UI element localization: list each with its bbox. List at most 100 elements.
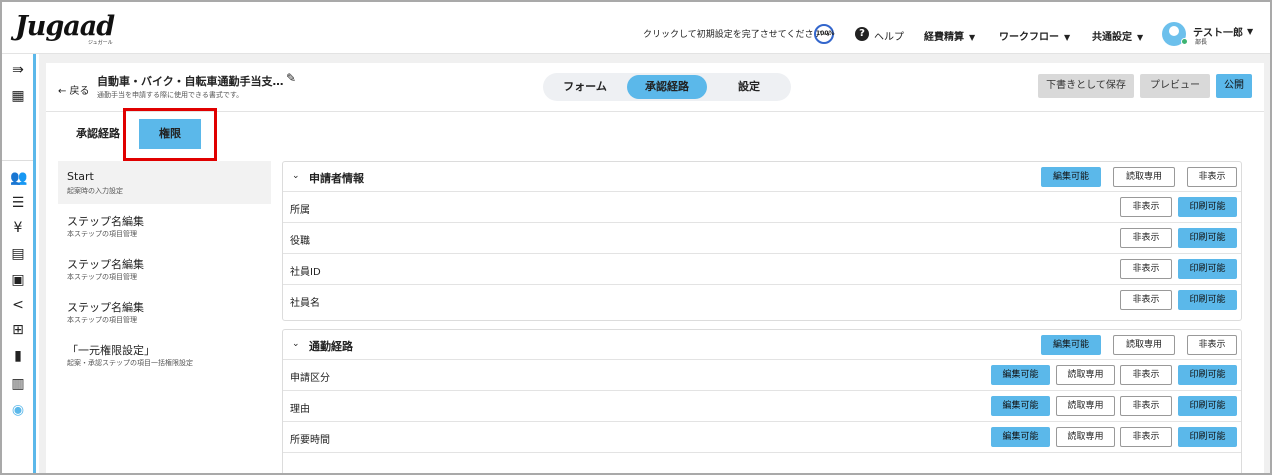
building-icon[interactable]: ▦ <box>10 88 26 104</box>
permission-row: 理由 編集可能 読取専用 非表示 印刷可能 <box>283 391 1241 422</box>
section-commute-route: ⌄ 通勤経路 編集可能 読取専用 非表示 申請区分 編集可能 読取専用 非表示 … <box>282 329 1242 473</box>
chevron-down-icon[interactable]: ⌄ <box>292 171 300 181</box>
printable-button[interactable]: 印刷可能 <box>1178 259 1237 279</box>
read-only-button[interactable]: 読取専用 <box>1056 396 1115 416</box>
printable-button[interactable]: 印刷可能 <box>1178 365 1237 385</box>
read-only-button[interactable]: 読取専用 <box>1113 335 1175 355</box>
hidden-button[interactable]: 非表示 <box>1120 290 1172 310</box>
field-label: 社員ID <box>290 267 321 278</box>
section-header[interactable]: ⌄ 申請者情報 編集可能 読取専用 非表示 <box>283 162 1241 192</box>
step-item-bulk-permissions[interactable]: 「一元権限設定」 起案・承認ステップの項目一括権限設定 <box>58 333 271 376</box>
setup-prompt-link[interactable]: クリックして初期設定を完了させてください→ <box>643 27 830 40</box>
printable-button[interactable]: 印刷可能 <box>1178 290 1237 310</box>
list-icon[interactable]: ☰ <box>10 195 26 211</box>
edit-enabled-button[interactable]: 編集可能 <box>991 427 1050 447</box>
chevron-down-icon[interactable]: ⌄ <box>292 339 300 349</box>
logo-subtitle: ジュガール <box>88 40 113 46</box>
section-title: 申請者情報 <box>309 172 364 185</box>
edit-enabled-button[interactable]: 編集可能 <box>991 365 1050 385</box>
publish-button[interactable]: 公開 <box>1216 74 1252 98</box>
globe-icon[interactable]: ◉ <box>10 402 26 418</box>
edit-enabled-button[interactable]: 編集可能 <box>1041 335 1101 355</box>
back-button[interactable]: ← 戻る <box>58 82 90 97</box>
hidden-button[interactable]: 非表示 <box>1187 167 1237 187</box>
printable-button[interactable]: 印刷可能 <box>1178 197 1237 217</box>
left-rail: ⇛ ▦ 👥 ☰ ¥ ▤ ▣ < ⊞ ▮ ▥ ◉ <box>2 54 36 473</box>
step-item-start[interactable]: Start 起案時の入力設定 <box>58 161 271 204</box>
printable-button[interactable]: 印刷可能 <box>1178 427 1237 447</box>
share-icon[interactable]: < <box>10 297 26 313</box>
section-header[interactable]: ⌄ 通勤経路 編集可能 読取専用 非表示 <box>283 330 1241 360</box>
book-icon[interactable]: ▥ <box>10 376 26 392</box>
highlight-box <box>123 108 217 161</box>
subtab-approval-route[interactable]: 承認経路 <box>66 119 130 149</box>
step-name: ステップ名編集 <box>67 215 144 228</box>
permission-row: 社員ID 非表示 印刷可能 <box>283 254 1241 285</box>
setup-progress-badge[interactable]: 100% <box>814 24 835 44</box>
menu-common-settings[interactable]: 共通設定 ▼ <box>1092 28 1143 43</box>
hidden-button[interactable]: 非表示 <box>1120 228 1172 248</box>
read-only-button[interactable]: 読取専用 <box>1056 365 1115 385</box>
step-name: ステップ名編集 <box>67 301 144 314</box>
online-status-dot <box>1181 38 1188 45</box>
yen-icon[interactable]: ¥ <box>10 220 26 236</box>
step-description: 起案・承認ステップの項目一括権限設定 <box>67 359 193 367</box>
field-label: 役職 <box>290 236 310 247</box>
step-item[interactable]: ステップ名編集 本ステップの項目管理 <box>58 204 271 247</box>
save-draft-button[interactable]: 下書きとして保存 <box>1038 74 1134 98</box>
step-description: 本ステップの項目管理 <box>67 230 137 238</box>
field-label: 理由 <box>290 404 310 415</box>
file-icon[interactable]: ▮ <box>10 348 26 364</box>
tab-settings[interactable]: 設定 <box>709 75 789 99</box>
help-link[interactable]: ヘルプ <box>874 28 904 43</box>
help-icon[interactable]: ? <box>855 27 869 41</box>
edit-enabled-button[interactable]: 編集可能 <box>1041 167 1101 187</box>
users-icon[interactable]: 👥 <box>10 170 27 186</box>
step-description: 本ステップの項目管理 <box>67 316 137 324</box>
preview-button[interactable]: プレビュー <box>1140 74 1210 98</box>
pencil-icon[interactable]: ✎ <box>286 71 296 85</box>
document-subtitle: 通勤手当を申請する際に使用できる書式です。 <box>97 91 244 99</box>
permission-row: 申請区分 編集可能 読取専用 非表示 印刷可能 <box>283 360 1241 391</box>
top-header: Jugaad ジュガール クリックして初期設定を完了させてください→ 100% … <box>2 2 1270 54</box>
field-label: 社員名 <box>290 298 320 309</box>
printable-button[interactable]: 印刷可能 <box>1178 396 1237 416</box>
edit-enabled-button[interactable]: 編集可能 <box>991 396 1050 416</box>
document-title: 自動車・バイク・自転車通勤手当支… <box>97 75 284 88</box>
hidden-button[interactable]: 非表示 <box>1187 335 1237 355</box>
tab-approval-route[interactable]: 承認経路 <box>627 75 707 99</box>
chevron-down-icon: ▼ <box>1137 33 1144 42</box>
hidden-button[interactable]: 非表示 <box>1120 427 1172 447</box>
menu-workflow[interactable]: ワークフロー ▼ <box>999 28 1070 43</box>
step-description: 本ステップの項目管理 <box>67 273 137 281</box>
user-menu-chevron-icon[interactable]: ▼ <box>1247 27 1253 36</box>
read-only-button[interactable]: 読取専用 <box>1113 167 1175 187</box>
hidden-button[interactable]: 非表示 <box>1120 259 1172 279</box>
step-item[interactable]: ステップ名編集 本ステップの項目管理 <box>58 247 271 290</box>
logo[interactable]: Jugaad <box>15 11 115 42</box>
permission-row: 所要時間 編集可能 読取専用 非表示 印刷可能 <box>283 422 1241 453</box>
hidden-button[interactable]: 非表示 <box>1120 197 1172 217</box>
form-editor: ← 戻る 自動車・バイク・自転車通勤手当支… ✎ 通勤手当を申請する際に使用でき… <box>46 63 1264 473</box>
hidden-button[interactable]: 非表示 <box>1120 365 1172 385</box>
chevron-down-icon: ▼ <box>969 33 976 42</box>
tab-form[interactable]: フォーム <box>545 75 625 99</box>
form-icon[interactable]: ▤ <box>10 246 26 262</box>
permission-row: 社員名 非表示 印刷可能 <box>283 285 1241 316</box>
step-name: ステップ名編集 <box>67 258 144 271</box>
menu-expense[interactable]: 経費精算 ▼ <box>924 28 975 43</box>
hidden-button[interactable]: 非表示 <box>1120 396 1172 416</box>
document-icon[interactable]: ▣ <box>10 272 26 288</box>
rail-divider <box>2 160 33 161</box>
grid-icon[interactable]: ⊞ <box>10 322 26 338</box>
read-only-button[interactable]: 読取専用 <box>1056 427 1115 447</box>
workspace: ← 戻る 自動車・バイク・自転車通勤手当支… ✎ 通勤手当を申請する際に使用でき… <box>39 54 1270 473</box>
user-role: 部長 <box>1195 39 1208 46</box>
field-label: 所属 <box>290 205 310 216</box>
permission-row: 所属 非表示 印刷可能 <box>283 192 1241 223</box>
step-item[interactable]: ステップ名編集 本ステップの項目管理 <box>58 290 271 333</box>
step-name: Start <box>67 170 94 183</box>
printable-button[interactable]: 印刷可能 <box>1178 228 1237 248</box>
field-label: 申請区分 <box>290 373 330 384</box>
collapse-icon[interactable]: ⇛ <box>10 62 26 78</box>
